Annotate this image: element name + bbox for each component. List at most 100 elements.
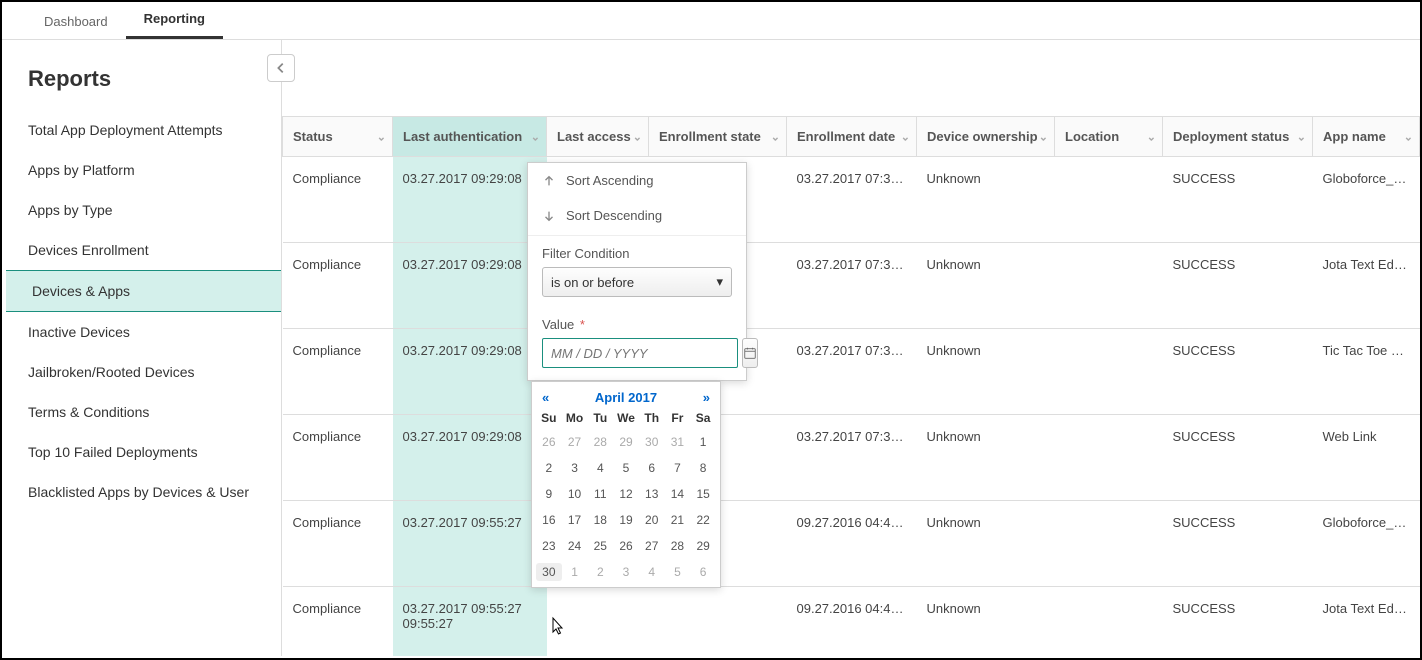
table-cell: Web Link [1313,415,1420,501]
datepicker-day[interactable]: 1 [690,433,716,451]
datepicker-day[interactable]: 16 [536,511,562,529]
table-row[interactable]: Compliance03.27.2017 09:55:2709.27.2016 … [283,501,1420,587]
datepicker-day[interactable]: 8 [690,459,716,477]
sidebar-item[interactable]: Total App Deployment Attempts [2,110,281,150]
sidebar-title: Reports [2,58,281,110]
datepicker-day[interactable]: 25 [587,537,613,555]
datepicker-day[interactable]: 5 [613,459,639,477]
sidebar-item[interactable]: Blacklisted Apps by Devices & User [2,472,281,512]
sort-descending-option[interactable]: Sort Descending [528,198,746,233]
tab-reporting[interactable]: Reporting [126,1,223,39]
datepicker-day[interactable]: 15 [690,485,716,503]
datepicker-day[interactable]: 4 [587,459,613,477]
sidebar-item[interactable]: Terms & Conditions [2,392,281,432]
table-cell: 03.27.2017 09:29:08 [393,415,547,501]
calendar-button[interactable] [742,338,758,368]
datepicker-day[interactable]: 3 [613,563,639,581]
column-filter-popup: Sort Ascending Sort Descending Filter Co… [527,162,747,381]
datepicker-day[interactable]: 27 [639,537,665,555]
datepicker-day[interactable]: 22 [690,511,716,529]
datepicker-day[interactable]: 7 [665,459,691,477]
datepicker-day[interactable]: 31 [665,433,691,451]
datepicker-title[interactable]: April 2017 [595,390,657,405]
datepicker-day[interactable]: 14 [665,485,691,503]
filter-condition-value: is on or before [551,275,634,290]
datepicker-day[interactable]: 26 [536,433,562,451]
column-header[interactable]: Status⌄ [283,117,393,157]
datepicker-day[interactable]: 28 [665,537,691,555]
column-header[interactable]: Last access⌄ [547,117,649,157]
table-cell: Compliance [283,501,393,587]
datepicker-day[interactable]: 28 [587,433,613,451]
datepicker-day[interactable]: 30 [639,433,665,451]
table-row[interactable]: Compliance03.27.2017 09:29:0803.27.2017 … [283,415,1420,501]
datepicker-day[interactable]: 27 [562,433,588,451]
datepicker-dow: Fr [665,411,691,425]
datepicker-dow: Sa [690,411,716,425]
table-cell [1055,587,1163,657]
column-header[interactable]: Last authentication⌄ [393,117,547,157]
sidebar-item[interactable]: Inactive Devices [2,312,281,352]
table-cell: Unknown [917,587,1055,657]
column-header[interactable]: Enrollment state⌄ [649,117,787,157]
tab-dashboard[interactable]: Dashboard [26,4,126,39]
datepicker-day[interactable]: 6 [639,459,665,477]
sort-ascending-option[interactable]: Sort Ascending [528,163,746,198]
filter-value-input[interactable] [542,338,738,368]
datepicker-day[interactable]: 1 [562,563,588,581]
table-cell: Unknown [917,329,1055,415]
column-header[interactable]: Device ownership⌄ [917,117,1055,157]
datepicker-day[interactable]: 17 [562,511,588,529]
datepicker-day[interactable]: 2 [587,563,613,581]
table-row[interactable]: Compliance03.27.2017 09:55:2709:55:2709.… [283,587,1420,657]
datepicker-day[interactable]: 30 [536,563,562,581]
column-header[interactable]: Enrollment date⌄ [787,117,917,157]
datepicker-day[interactable]: 29 [613,433,639,451]
column-header[interactable]: App name⌄ [1313,117,1420,157]
datepicker-day[interactable]: 24 [562,537,588,555]
table-cell: Unknown [917,415,1055,501]
table-cell [547,587,649,657]
sidebar-item[interactable]: Devices & Apps [6,270,281,312]
datepicker-next-button[interactable]: » [703,390,710,405]
datepicker-day[interactable]: 9 [536,485,562,503]
table-cell: Tic Tac Toe Free [1313,329,1420,415]
datepicker-day[interactable]: 29 [690,537,716,555]
datepicker-day[interactable]: 6 [690,563,716,581]
table-cell [1055,501,1163,587]
table-cell: Compliance [283,587,393,657]
table-cell: 03.27.2017 09:55:2709:55:27 [393,587,547,657]
sidebar-item[interactable]: Apps by Platform [2,150,281,190]
filter-condition-select[interactable]: is on or before ▾ [542,267,732,297]
report-table: Status⌄Last authentication⌄Last access⌄E… [282,116,1420,656]
sidebar-item[interactable]: Jailbroken/Rooted Devices [2,352,281,392]
datepicker-day[interactable]: 20 [639,511,665,529]
filter-value-label: Value * [542,317,732,332]
datepicker-day[interactable]: 2 [536,459,562,477]
table-row[interactable]: Compliance03.27.2017 09:29:0803.27.2017 … [283,329,1420,415]
datepicker-day[interactable]: 23 [536,537,562,555]
datepicker-day[interactable]: 5 [665,563,691,581]
sidebar-item[interactable]: Devices Enrollment [2,230,281,270]
sidebar-item[interactable]: Top 10 Failed Deployments [2,432,281,472]
column-header[interactable]: Deployment status⌄ [1163,117,1313,157]
datepicker-day[interactable]: 3 [562,459,588,477]
table-row[interactable]: Compliance03.27.2017 09:29:0803.27.2017 … [283,243,1420,329]
chevron-down-icon: ⌄ [771,130,780,143]
sidebar-collapse-button[interactable] [267,54,295,82]
datepicker-day[interactable]: 26 [613,537,639,555]
datepicker-day[interactable]: 19 [613,511,639,529]
datepicker-day[interactable]: 10 [562,485,588,503]
table-cell: SUCCESS [1163,501,1313,587]
table-row[interactable]: Compliance03.27.2017 09:29:0803.27.2017 … [283,157,1420,243]
datepicker-day[interactable]: 13 [639,485,665,503]
datepicker-day[interactable]: 18 [587,511,613,529]
sidebar-item[interactable]: Apps by Type [2,190,281,230]
datepicker-day[interactable]: 12 [613,485,639,503]
datepicker-day[interactable]: 4 [639,563,665,581]
datepicker-day[interactable]: 11 [587,485,613,503]
datepicker-prev-button[interactable]: « [542,390,549,405]
datepicker-day[interactable]: 21 [665,511,691,529]
arrow-down-icon [542,209,556,223]
column-header[interactable]: Location⌄ [1055,117,1163,157]
